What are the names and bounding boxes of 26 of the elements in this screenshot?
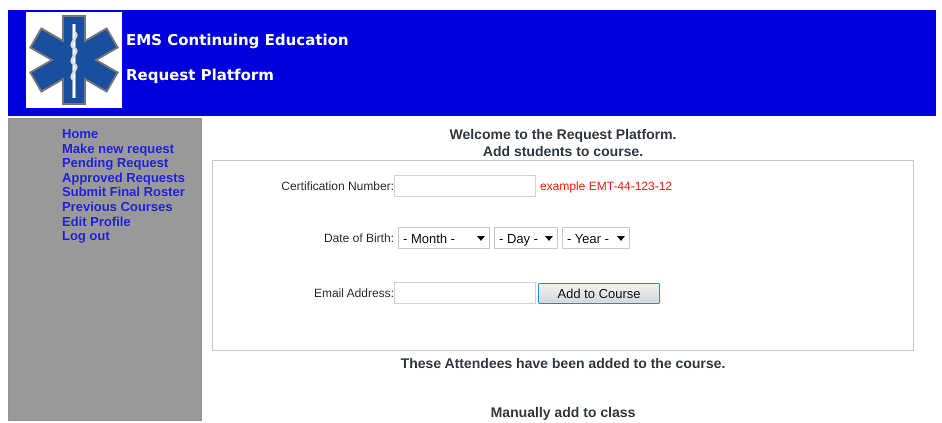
nav-link[interactable]: Approved Requests	[62, 170, 185, 186]
email-input[interactable]	[394, 282, 536, 304]
caret-icon	[545, 236, 553, 240]
nav-link[interactable]: Edit Profile	[62, 214, 131, 230]
section-heading: Manually add to class	[490, 404, 636, 421]
date-dropdown[interactable]: - Month -	[398, 227, 490, 249]
attendees-note: These Attendees have been added to the course.	[400, 355, 726, 372]
nav-link[interactable]: Make new request	[62, 142, 174, 156]
field-label: Certification Number:	[280, 179, 394, 193]
site-title: Request Platform	[126, 65, 275, 85]
field-label: Date of Birth:	[322, 231, 394, 245]
certification-input[interactable]	[394, 175, 536, 197]
date-dropdown[interactable]: - Year -	[562, 227, 630, 249]
add-to-course-button[interactable]: Add to Course	[538, 282, 660, 304]
site-title: EMS Continuing Education	[126, 30, 349, 50]
page-heading: Welcome to the Request Platform. Add students to course.	[450, 126, 676, 160]
caret-icon	[477, 236, 485, 240]
nav-link[interactable]: Previous Courses	[62, 200, 173, 215]
nav-link[interactable]: Log out	[62, 229, 110, 244]
field-label: Email Address:	[312, 286, 394, 300]
date-dropdown[interactable]: - Day -	[494, 227, 558, 249]
caret-icon	[617, 236, 625, 240]
nav-link[interactable]: Pending Request	[62, 156, 168, 171]
nav-link[interactable]: Submit Final Roster	[62, 185, 185, 200]
nav-link[interactable]: Home	[62, 127, 98, 142]
example-hint: example EMT-44-123-12	[540, 179, 672, 193]
